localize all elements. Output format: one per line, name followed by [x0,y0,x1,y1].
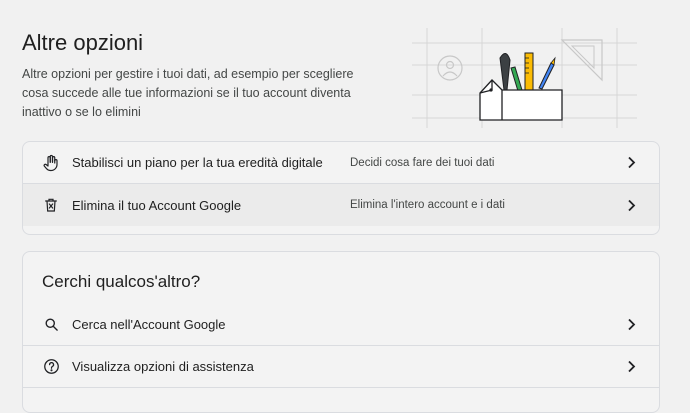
chevron-right-icon [625,156,637,170]
delete-icon [42,196,60,214]
chevron-right-icon [625,318,637,332]
delete-account-label: Elimina il tuo Account Google [72,197,242,213]
digital-legacy-row[interactable]: Stabilisci un piano per la tua eredità d… [23,142,659,184]
help-options-label: Visualizza opzioni di assistenza [72,359,254,374]
hand-icon [42,154,60,172]
chevron-right-icon [625,360,637,374]
delete-account-subtitle: Elimina l'intero account e i dati [350,199,505,211]
delete-account-row[interactable]: Elimina il tuo Account Google Elimina l'… [23,184,659,226]
page-description: Altre opzioni per gestire i tuoi dati, a… [22,67,354,119]
search-account-row[interactable]: Cerca nell'Account Google [23,304,659,346]
search-icon [42,316,60,334]
help-card-title: Cerchi qualcos'altro? [42,272,201,291]
digital-legacy-label: Stabilisci un piano per la tua eredità d… [72,155,323,170]
help-options-row[interactable]: Visualizza opzioni di assistenza [23,346,659,388]
page-title: Altre opzioni [22,30,144,55]
digital-legacy-subtitle: Decidi cosa fare dei tuoi dati [350,156,495,169]
chevron-right-icon [625,198,637,212]
search-account-label: Cerca nell'Account Google [72,317,226,332]
more-row[interactable] [23,388,659,412]
toolbox-illustration [412,28,637,128]
help-icon [42,358,60,376]
options-card: Stabilisci un piano per la tua eredità d… [22,141,660,235]
help-card: Cerchi qualcos'altro? Cerca nell'Account… [22,251,660,413]
